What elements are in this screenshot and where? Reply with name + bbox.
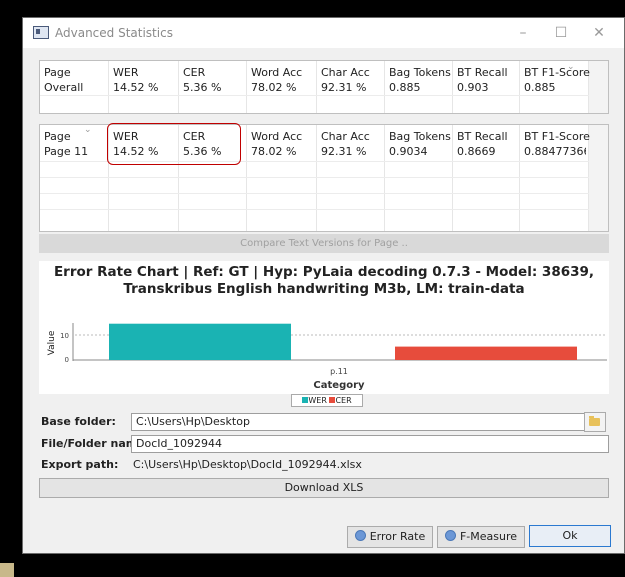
column-divider: [178, 61, 179, 113]
window-title: Advanced Statistics: [55, 26, 173, 40]
browse-folder-button[interactable]: [584, 412, 606, 432]
overall-word-acc-cell[interactable]: 78.02 %: [251, 81, 296, 94]
header-page[interactable]: Page: [44, 66, 71, 79]
x-axis-label: Category: [313, 380, 365, 391]
page-word-acc-cell[interactable]: 78.02 %: [251, 145, 296, 158]
page-stats-table: Page ⌄ WER CER Word Acc Char Acc Bag Tok…: [39, 123, 609, 232]
chart-legend: WER CER: [291, 394, 363, 407]
y-tick-label: 0: [65, 356, 69, 364]
header-wer[interactable]: WER: [113, 66, 138, 79]
export-path-value: C:\Users\Hp\Desktop\DocId_1092944.xlsx: [133, 458, 362, 471]
column-divider: [108, 61, 109, 113]
download-xls-button[interactable]: Download XLS: [39, 478, 609, 498]
page-cell[interactable]: Page 11: [44, 145, 88, 158]
f-measure-label: F-Measure: [459, 530, 518, 543]
row-divider: [40, 209, 589, 210]
overall-stats-table: Page WER CER Word Acc Char Acc Bag Token…: [39, 60, 609, 114]
background-strip: [0, 563, 14, 577]
row-divider: [40, 177, 589, 178]
error-rate-label: Error Rate: [369, 530, 426, 543]
page-bt-f1-cell[interactable]: 0.88477366...: [524, 145, 586, 158]
column-divider: [519, 125, 520, 231]
y-axis-label: Value: [47, 330, 57, 355]
header-bt-f1[interactable]: BT F1-Score: [524, 130, 590, 143]
header-bt-recall[interactable]: BT Recall: [457, 130, 508, 143]
app-icon: [33, 26, 49, 39]
legend-cer: CER: [335, 396, 352, 405]
file-folder-input[interactable]: DocId_1092944: [131, 435, 609, 453]
header-bag-tokens[interactable]: Bag Tokens ...: [389, 130, 451, 143]
header-word-acc[interactable]: Word Acc: [251, 130, 302, 143]
column-divider: [316, 61, 317, 113]
column-divider: [246, 61, 247, 113]
header-bag-tokens[interactable]: Bag Tokens ...: [389, 66, 451, 79]
header-bt-f1[interactable]: BT F1-Score: [524, 66, 590, 79]
column-divider: [452, 61, 453, 113]
page-char-acc-cell[interactable]: 92.31 %: [321, 145, 366, 158]
header-char-acc[interactable]: Char Acc: [321, 66, 370, 79]
overall-char-acc-cell[interactable]: 92.31 %: [321, 81, 366, 94]
folder-icon: [589, 416, 600, 426]
radio-icon: [354, 530, 366, 541]
row-divider: [40, 193, 589, 194]
export-path-label: Export path:: [41, 458, 119, 471]
error-rate-chart: Error Rate Chart | Ref: GT | Hyp: PyLaia…: [39, 261, 609, 407]
sort-chevron-icon: ⌄: [567, 62, 575, 72]
header-char-acc[interactable]: Char Acc: [321, 130, 370, 143]
f-measure-button[interactable]: F-Measure: [437, 526, 525, 548]
header-cer[interactable]: CER: [183, 66, 205, 79]
overall-bt-f1-cell[interactable]: 0.885: [524, 81, 556, 94]
column-divider: [246, 125, 247, 231]
title-bar: Advanced Statistics – ☐ ✕: [23, 18, 624, 48]
row-divider: [40, 95, 589, 96]
table-filler: [589, 125, 608, 231]
overall-wer-cell[interactable]: 14.52 %: [113, 81, 158, 94]
error-rate-button[interactable]: Error Rate: [347, 526, 433, 548]
column-divider: [384, 61, 385, 113]
compare-text-versions-button[interactable]: Compare Text Versions for Page ..: [39, 234, 609, 253]
highlight-annotation: [107, 123, 241, 165]
legend-wer: WER: [308, 396, 327, 405]
close-icon[interactable]: ✕: [585, 24, 613, 42]
base-folder-label: Base folder:: [41, 415, 116, 428]
table-filler: [589, 61, 608, 113]
overall-page-cell[interactable]: Overall: [44, 81, 83, 94]
column-divider: [316, 125, 317, 231]
header-page[interactable]: Page: [44, 130, 71, 143]
page-bag-tokens-cell[interactable]: 0.9034: [389, 145, 428, 158]
column-divider: [452, 125, 453, 231]
header-word-acc[interactable]: Word Acc: [251, 66, 302, 79]
y-tick-label: 10: [60, 332, 69, 340]
bar-wer: [109, 323, 291, 360]
overall-cer-cell[interactable]: 5.36 %: [183, 81, 221, 94]
sort-chevron-icon: ⌄: [84, 125, 92, 135]
header-bt-recall[interactable]: BT Recall: [457, 66, 508, 79]
chart-svg: Value 10 0 p.11 Category: [47, 323, 607, 391]
overall-bag-tokens-cell[interactable]: 0.885: [389, 81, 421, 94]
x-tick-label: p.11: [330, 367, 348, 376]
base-folder-input[interactable]: C:\Users\Hp\Desktop: [131, 413, 587, 431]
bar-group: [109, 323, 577, 360]
advanced-statistics-window: Advanced Statistics – ☐ ✕ Page WER CER W…: [22, 17, 625, 554]
minimize-icon[interactable]: –: [509, 24, 537, 42]
radio-icon: [444, 530, 456, 541]
ok-button[interactable]: Ok: [529, 525, 611, 547]
overall-bt-recall-cell[interactable]: 0.903: [457, 81, 489, 94]
maximize-icon[interactable]: ☐: [547, 24, 575, 42]
column-divider: [384, 125, 385, 231]
column-divider: [519, 61, 520, 113]
bar-cer: [395, 346, 577, 360]
page-bt-recall-cell[interactable]: 0.8669: [457, 145, 496, 158]
